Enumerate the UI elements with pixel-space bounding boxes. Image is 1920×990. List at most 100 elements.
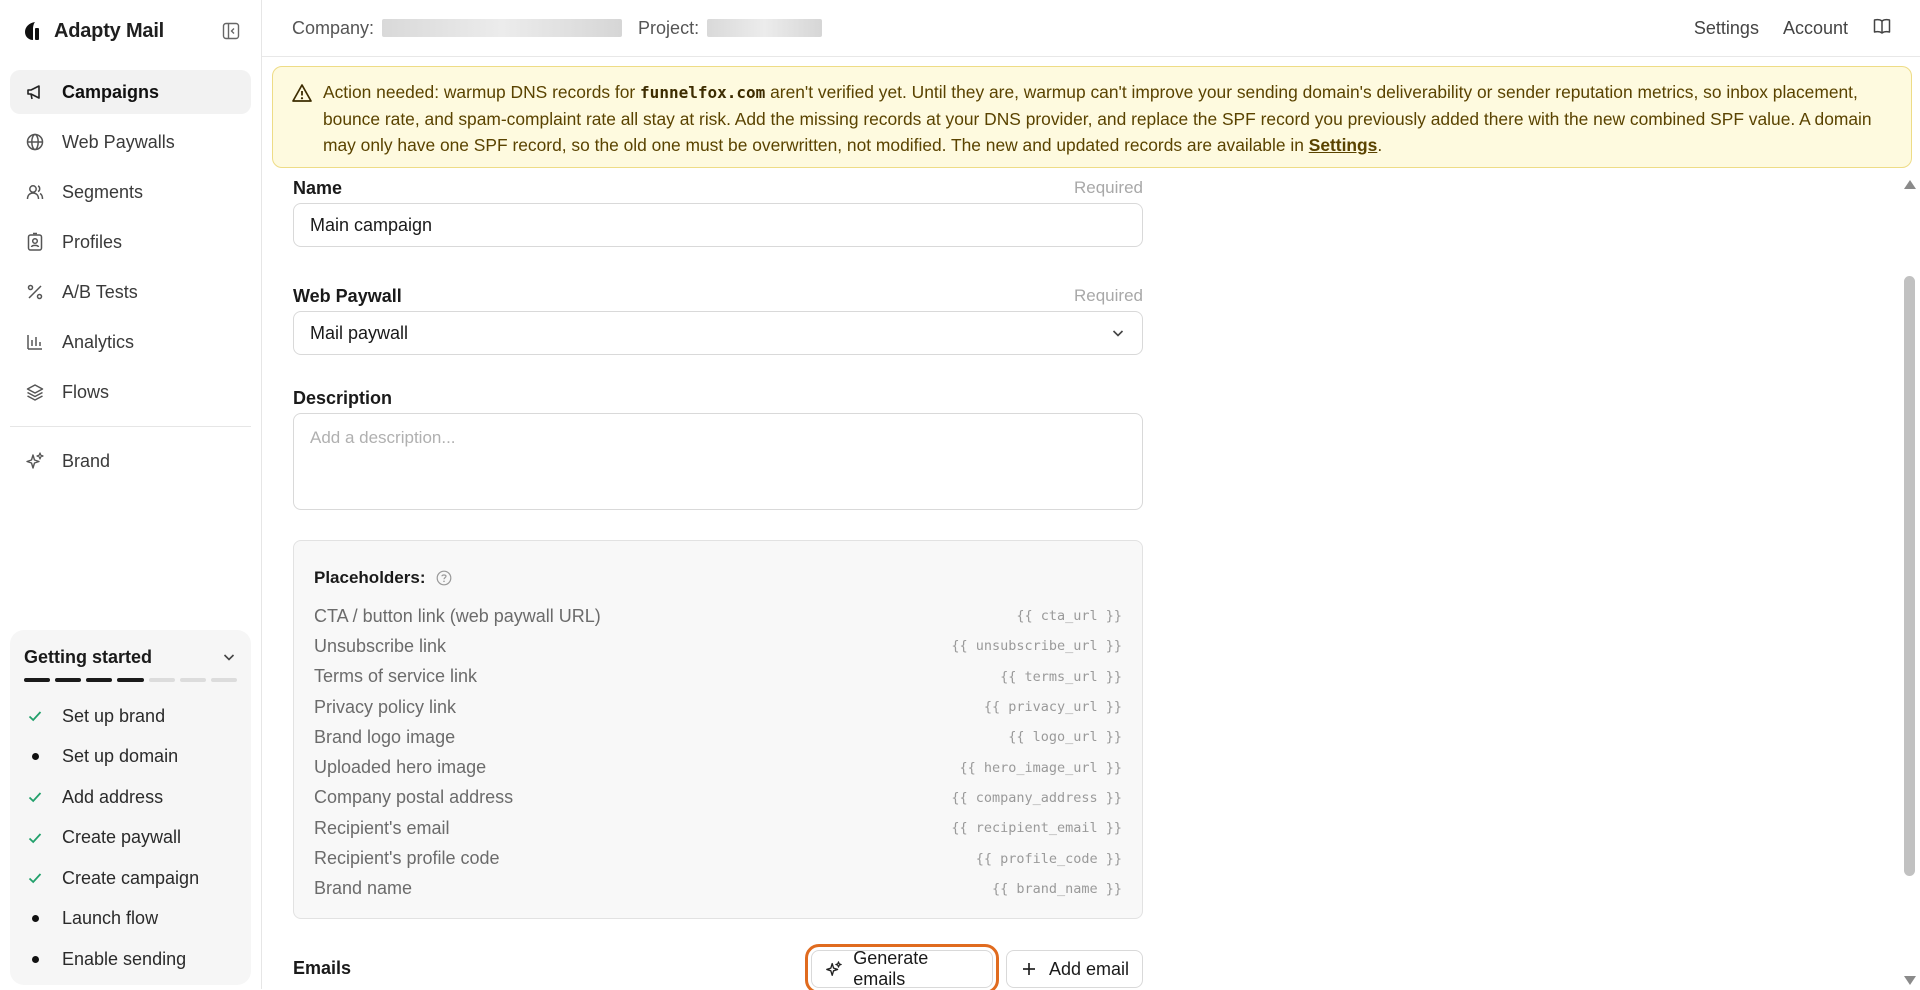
check-icon <box>24 867 46 889</box>
placeholders-title-text: Placeholders: <box>314 568 426 587</box>
placeholders-list: CTA / button link (web paywall URL) {{ ct… <box>314 601 1122 904</box>
getting-started-step[interactable]: Set up domain <box>24 737 237 778</box>
placeholder-code[interactable]: {{ privacy_url }} <box>984 699 1122 715</box>
getting-started-step[interactable]: Create campaign <box>24 858 237 899</box>
progress-segment <box>117 678 144 682</box>
topbar: Company: Project: Settings Account <box>262 0 1920 57</box>
company-selector[interactable]: Company: <box>292 18 623 39</box>
sidebar: Adapty Mail Campaigns Web Paywalls Segme… <box>0 0 262 989</box>
paywall-required-hint: Required <box>1074 286 1143 305</box>
scroll-down-arrow-icon[interactable] <box>1904 976 1916 985</box>
generate-emails-label: Generate emails <box>853 948 929 989</box>
placeholder-row: Recipient's profile code {{ profile_code … <box>314 843 1122 873</box>
account-link[interactable]: Account <box>1783 18 1848 39</box>
collapse-sidebar-icon[interactable] <box>220 20 242 42</box>
sidebar-item-label: Brand <box>62 450 111 471</box>
sidebar-item-label: A/B Tests <box>62 281 138 302</box>
main-scrollbar[interactable] <box>1900 176 1920 989</box>
getting-started-toggle[interactable]: Getting started <box>24 644 237 670</box>
placeholder-name: Brand name <box>314 878 413 899</box>
step-label: Create paywall <box>62 827 182 848</box>
placeholder-name: Recipient's profile code <box>314 848 500 869</box>
sidebar-nav: Campaigns Web Paywalls Segments Profiles… <box>10 70 251 489</box>
placeholder-name: Privacy policy link <box>314 696 457 717</box>
dns-warning-banner: Action needed: warmup DNS records for fu… <box>272 66 1912 168</box>
id-badge-icon <box>24 231 46 253</box>
placeholder-code[interactable]: {{ recipient_email }} <box>951 820 1122 836</box>
placeholder-row: Brand logo image {{ logo_url }} <box>314 722 1122 752</box>
placeholder-name: Recipient's email <box>314 817 450 838</box>
placeholder-row: Unsubscribe link {{ unsubscribe_url }} <box>314 631 1122 661</box>
getting-started-step[interactable]: Add address <box>24 777 237 818</box>
step-label: Enable sending <box>62 948 187 969</box>
check-icon <box>24 786 46 808</box>
placeholder-code[interactable]: {{ logo_url }} <box>1008 729 1122 745</box>
sidebar-item-campaigns[interactable]: Campaigns <box>10 70 251 114</box>
sidebar-item-ab-tests[interactable]: A/B Tests <box>10 270 251 314</box>
add-email-label: Add email <box>1049 958 1130 979</box>
bar-chart-icon <box>24 331 46 353</box>
sidebar-item-label: Segments <box>62 181 144 202</box>
settings-link[interactable]: Settings <box>1694 18 1759 39</box>
progress-segment <box>86 678 113 682</box>
project-name-redacted <box>707 19 823 37</box>
progress-segment <box>210 678 237 682</box>
progress-segment <box>24 678 51 682</box>
getting-started-panel: Getting started Set up brand Set up domai… <box>10 630 251 985</box>
name-label: Name <box>293 177 343 198</box>
placeholder-code[interactable]: {{ profile_code }} <box>976 851 1122 867</box>
progress-segment <box>55 678 82 682</box>
sidebar-item-profiles[interactable]: Profiles <box>10 220 251 264</box>
sidebar-item-flows[interactable]: Flows <box>10 370 251 414</box>
megaphone-icon <box>24 81 46 103</box>
step-label: Set up brand <box>62 705 166 726</box>
placeholder-code[interactable]: {{ terms_url }} <box>1000 669 1122 685</box>
project-label: Project: <box>638 17 700 38</box>
getting-started-step[interactable]: Launch flow <box>24 899 237 940</box>
placeholder-code[interactable]: {{ hero_image_url }} <box>959 760 1122 776</box>
project-selector[interactable]: Project: <box>638 17 823 39</box>
web-paywall-label: Web Paywall <box>293 285 402 306</box>
alert-settings-link[interactable]: Settings <box>1309 135 1378 155</box>
emails-label: Emails <box>293 958 352 978</box>
scrollbar-thumb[interactable] <box>1904 276 1915 876</box>
warning-triangle-icon <box>292 84 312 102</box>
sidebar-item-analytics[interactable]: Analytics <box>10 320 251 364</box>
sidebar-item-brand[interactable]: Brand <box>10 439 251 483</box>
emails-section-header: Emails Generate emails Add email <box>293 944 1143 990</box>
placeholder-code[interactable]: {{ brand_name }} <box>992 881 1122 897</box>
getting-started-step[interactable]: Create paywall <box>24 818 237 859</box>
help-circle-icon[interactable] <box>436 570 452 586</box>
placeholder-row: Terms of service link {{ terms_url }} <box>314 662 1122 692</box>
getting-started-step[interactable]: Set up brand <box>24 696 237 737</box>
add-email-button[interactable]: Add email <box>1006 950 1143 988</box>
description-placeholder: Add a description... <box>310 428 456 447</box>
users-icon <box>24 181 46 203</box>
getting-started-progress <box>24 678 237 682</box>
generate-emails-button[interactable]: Generate emails <box>805 944 999 990</box>
placeholder-code[interactable]: {{ unsubscribe_url }} <box>951 638 1122 654</box>
scroll-up-arrow-icon[interactable] <box>1904 180 1916 189</box>
description-textarea[interactable]: Add a description... <box>293 413 1143 510</box>
placeholder-name: Company postal address <box>314 787 514 808</box>
placeholder-code[interactable]: {{ company_address }} <box>951 790 1122 806</box>
placeholder-name: Brand logo image <box>314 726 456 747</box>
sidebar-item-segments[interactable]: Segments <box>10 170 251 214</box>
web-paywall-select[interactable]: Mail paywall <box>293 311 1143 355</box>
docs-book-icon[interactable] <box>1872 16 1892 41</box>
progress-segment <box>148 678 175 682</box>
placeholder-name: Uploaded hero image <box>314 757 487 778</box>
step-label: Add address <box>62 786 164 807</box>
bullet-dot-icon <box>24 908 46 930</box>
getting-started-step[interactable]: Enable sending <box>24 939 237 980</box>
chevron-down-icon <box>1112 330 1124 337</box>
placeholders-panel: Placeholders: CTA / button link (web pay… <box>293 540 1143 919</box>
chevron-down-icon <box>223 654 235 661</box>
alert-prefix: Action needed: warmup DNS records for <box>323 82 641 102</box>
check-icon <box>24 705 46 727</box>
campaign-form: Name Required Main campaign Web Paywall … <box>293 175 1143 919</box>
nav-divider <box>10 426 251 427</box>
campaign-name-input[interactable]: Main campaign <box>293 203 1143 247</box>
placeholder-code[interactable]: {{ cta_url }} <box>1016 608 1122 624</box>
sidebar-item-web-paywalls[interactable]: Web Paywalls <box>10 120 251 164</box>
